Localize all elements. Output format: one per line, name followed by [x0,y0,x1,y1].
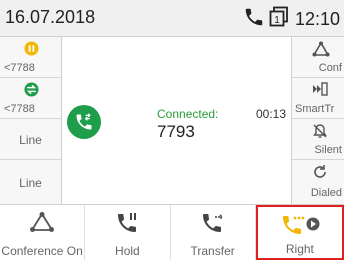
time-display: 12:10 [294,9,340,29]
hold-icon [115,211,139,240]
conference-icon [312,41,330,62]
feature-key-label: Dialed [310,187,342,199]
conference-on-softkey[interactable]: Conference On [0,205,86,260]
feature-key-conf[interactable]: Conf [292,37,344,78]
silent-bell-icon [312,123,328,144]
pause-icon [24,41,39,61]
line-key-swap[interactable]: <7788 [0,78,61,119]
line-key-3[interactable]: Line [0,119,61,160]
line-key-label: <7788 [4,62,35,74]
feature-key-label: SmartTr [295,103,335,115]
status-right: 1 12:10 [243,6,340,33]
svg-text:1: 1 [274,15,280,26]
line-key-4[interactable]: Line [0,160,61,202]
call-number: 7793 [157,122,195,141]
call-state: Connected: [157,107,219,121]
status-bar: 16.07.2018 1 12:10 [0,0,344,37]
feature-key-dialed[interactable]: Dialed [292,160,344,202]
softkey-label: Hold [115,244,140,258]
feature-key-smarttransfer[interactable]: SmartTr [292,78,344,119]
line-key-hold[interactable]: <7788 [0,37,61,78]
line-key-label: Line [19,176,42,190]
feature-key-label: Conf [318,62,342,74]
conference-icon [29,211,55,238]
feature-key-label: Silent [314,144,342,156]
feature-key-silent[interactable]: Silent [292,119,344,160]
right-arrow-icon [280,213,320,242]
swap-icon [24,82,39,102]
line-key-label: Line [19,133,42,147]
redial-icon [312,164,328,185]
hold-softkey[interactable]: Hold [85,205,171,260]
softkey-label: Conference On [1,244,83,258]
softkey-bar: Conference On Hold Transfer Right [0,204,344,260]
date-display: 16.07.2018 [5,7,96,27]
right-feature-keys: Conf SmartTr Silent Dialed [291,37,344,204]
line-copy-icon: 1 [269,6,289,33]
right-softkey[interactable]: Right [255,205,344,260]
softkey-label: Transfer [190,244,235,258]
transfer-softkey[interactable]: Transfer [171,205,256,260]
left-line-keys: <7788 <7788 Line Line [0,37,62,204]
softkey-label: Right [285,242,314,256]
call-duration: 00:13 [256,107,287,121]
smart-transfer-icon [312,82,328,101]
phone-handset-icon [243,6,265,33]
line-key-label: <7788 [4,103,35,115]
active-call-area: Connected: 00:13 7793 [62,37,291,204]
call-transfer-badge-icon [67,105,101,139]
transfer-icon [200,211,226,240]
phone-screen: 16.07.2018 1 12:10 <7788 <7788 Line Line… [0,0,344,260]
